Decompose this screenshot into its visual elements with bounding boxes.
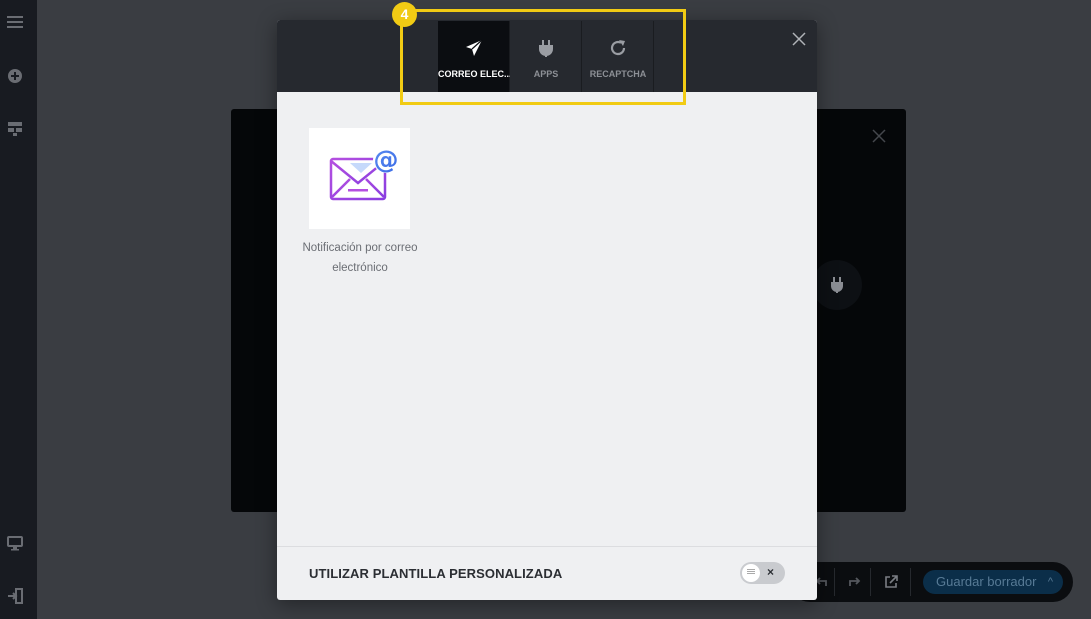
toggle-knob (742, 564, 760, 582)
add-circle-icon[interactable] (7, 68, 23, 84)
chevron-up-icon[interactable]: ^ (1048, 570, 1053, 594)
email-notification-label: Notificación por correo electrónico (302, 242, 418, 274)
layout-icon[interactable] (7, 121, 23, 137)
footer-divider (277, 546, 817, 547)
grip-icon (747, 571, 755, 572)
toolbar-divider (834, 568, 835, 596)
toolbar-divider (870, 568, 871, 596)
tab-highlight-box (400, 9, 686, 105)
save-draft-label: Guardar borrador (936, 574, 1037, 589)
email-notification-icon: @ (329, 145, 399, 201)
desktop-icon[interactable] (7, 535, 23, 551)
background-plug-button[interactable] (812, 260, 862, 310)
step-badge: 4 (392, 2, 417, 27)
external-link-icon[interactable] (883, 574, 899, 590)
bottom-toolbar: Guardar borrador ^ (790, 562, 1073, 602)
redo-icon[interactable] (846, 574, 862, 590)
close-icon[interactable] (791, 31, 807, 47)
form-actions-modal: CORREO ELEC... APPS RECAPTCHA @ Notifica… (277, 20, 817, 600)
background-close-icon[interactable] (871, 128, 887, 144)
email-notification-card[interactable]: @ (309, 128, 410, 229)
custom-template-toggle[interactable]: × (740, 562, 785, 584)
plug-icon (831, 277, 843, 293)
hamburger-menu-icon[interactable] (7, 14, 23, 30)
save-draft-button[interactable]: Guardar borrador ^ (923, 570, 1063, 594)
custom-template-label: UTILIZAR PLANTILLA PERSONALIZADA (309, 566, 563, 581)
toggle-off-icon: × (767, 565, 775, 579)
svg-text:@: @ (374, 145, 399, 174)
toolbar-divider (910, 568, 911, 596)
exit-icon[interactable] (7, 588, 23, 604)
left-sidebar (0, 0, 37, 619)
